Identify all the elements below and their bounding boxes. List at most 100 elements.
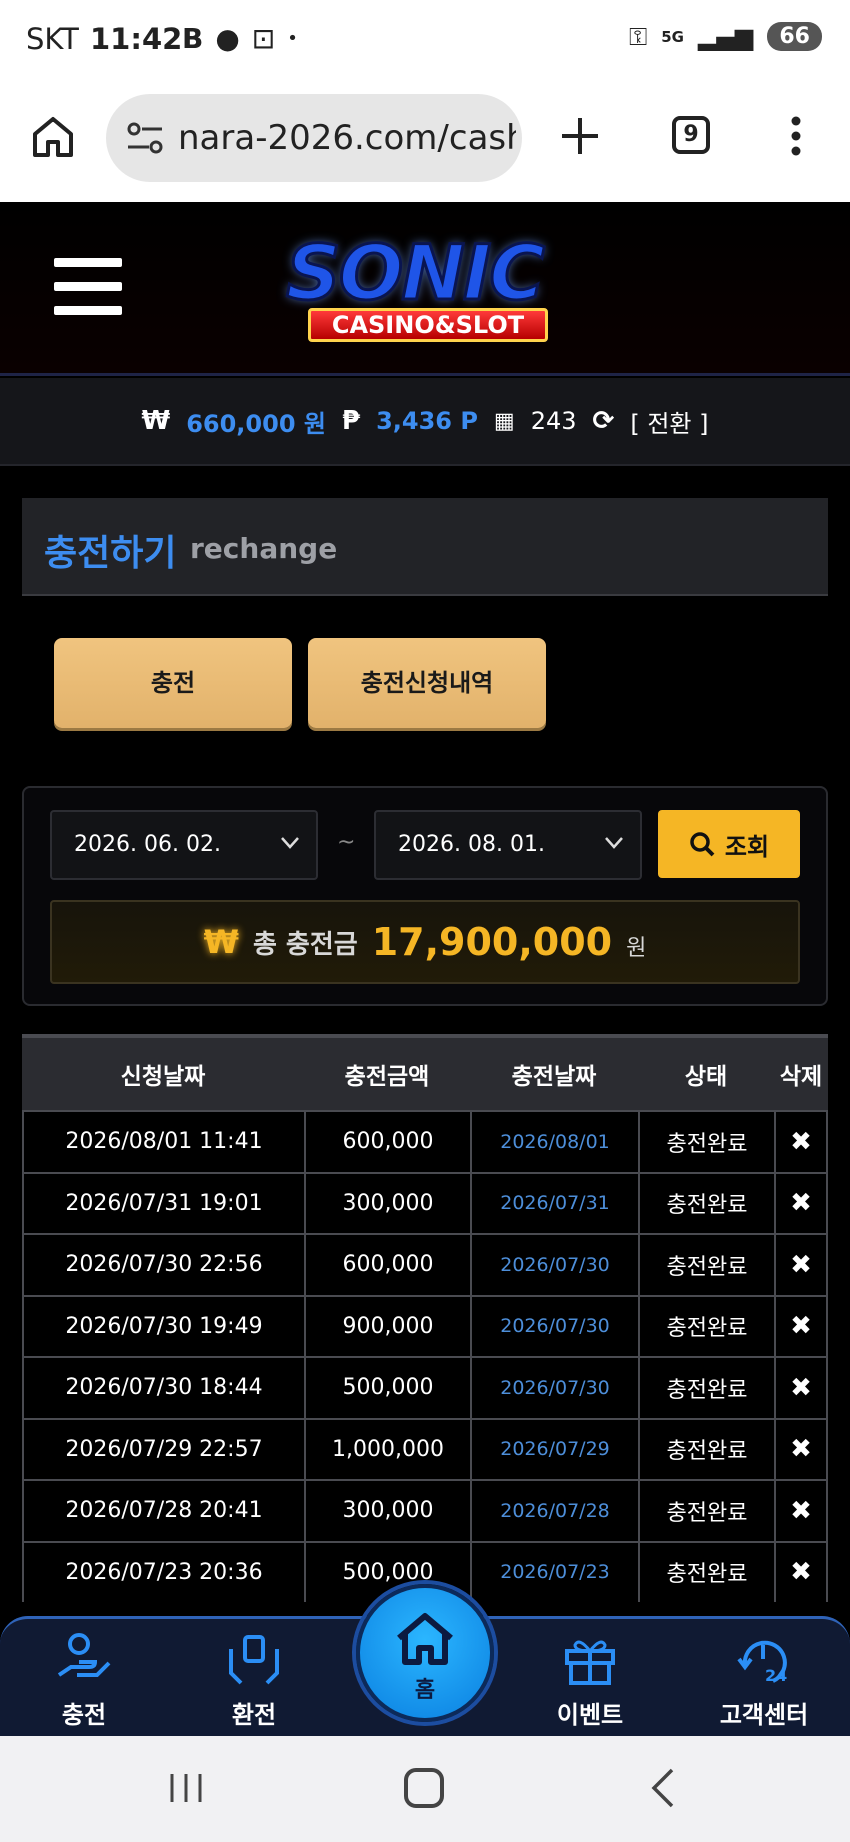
balance-bar: ₩ 660,000 원 ₱ 3,436 P ▦ 243 ⟳ [ 전환 ] — [0, 378, 850, 466]
cell-charged: 2026/07/30 — [470, 1235, 638, 1295]
cell-charged: 2026/08/01 — [470, 1112, 638, 1172]
nav-support[interactable]: 24 고객센터 — [704, 1631, 824, 1730]
table-row: 2026/07/30 22:56 600,000 2026/07/30 충전완료… — [22, 1233, 828, 1295]
section-subtitle: rechange — [190, 532, 338, 565]
battery-indicator: 66 — [767, 22, 822, 51]
delete-icon[interactable]: ✖ — [774, 1419, 828, 1479]
tab-charge-button[interactable]: 충전 — [54, 638, 292, 728]
more-dot-icon: • — [287, 28, 298, 49]
total-charge-summary: ₩ 총 충전금 17,900,000 원 — [50, 900, 800, 984]
back-icon[interactable] — [648, 1768, 678, 1808]
charge-history-table: 신청날짜 충전금액 충전날짜 상태 삭제 2026/08/01 11:41 60… — [22, 1034, 828, 1602]
clock: 11:42 — [90, 22, 183, 56]
point-balance: 3,436 P — [376, 407, 478, 435]
ticket-count: 243 — [530, 407, 577, 435]
logo-title: SONIC — [284, 227, 546, 319]
cell-status: 충전완료 — [638, 1296, 774, 1356]
recent-apps-icon[interactable] — [168, 1770, 204, 1806]
header-charged: 충전날짜 — [511, 1064, 597, 1090]
home-icon — [397, 1613, 453, 1665]
date-from-select[interactable]: 2026. 06. 02. — [50, 810, 318, 880]
search-panel: 2026. 06. 02. ~ 2026. 08. 01. 조회 ₩ 총 충전금… — [22, 786, 828, 1006]
site-settings-icon[interactable] — [126, 120, 166, 156]
refresh-icon[interactable]: ⟳ — [593, 406, 615, 436]
exchange-hands-icon — [229, 1635, 279, 1685]
cell-amount: 300,000 — [304, 1173, 470, 1233]
cell-charged: 2026/07/23 — [470, 1542, 638, 1602]
cell-requested: 2026/07/30 18:44 — [22, 1358, 304, 1418]
section-header: 충전하기 rechange — [22, 498, 828, 596]
nav-exchange-label: 환전 — [231, 1701, 277, 1729]
delete-icon[interactable]: ✖ — [774, 1112, 828, 1172]
nav-exchange[interactable]: 환전 — [194, 1631, 314, 1730]
tab-history-button[interactable]: 충전신청내역 — [308, 638, 546, 728]
cell-charged: 2026/07/31 — [470, 1173, 638, 1233]
delete-icon[interactable]: ✖ — [774, 1542, 828, 1602]
nav-event[interactable]: 이벤트 — [530, 1631, 650, 1730]
table-row: 2026/07/30 19:49 900,000 2026/07/30 충전완료… — [22, 1294, 828, 1356]
ticket-icon: ▦ — [493, 408, 515, 434]
cell-status: 충전완료 — [638, 1419, 774, 1479]
address-bar[interactable]: nara-2026.com/cash — [106, 94, 522, 182]
b-app-icon: B — [182, 22, 204, 55]
cell-requested: 2026/07/28 20:41 — [22, 1481, 304, 1541]
nav-charge[interactable]: 충전 — [24, 1631, 144, 1730]
cell-requested: 2026/07/30 22:56 — [22, 1235, 304, 1295]
table-row: 2026/08/01 11:41 600,000 2026/08/01 충전완료… — [22, 1110, 828, 1172]
cell-amount: 300,000 — [304, 1481, 470, 1541]
cell-amount: 900,000 — [304, 1296, 470, 1356]
cell-requested: 2026/07/30 19:49 — [22, 1296, 304, 1356]
cell-charged: 2026/07/30 — [470, 1358, 638, 1418]
carrier-label: SKT — [26, 22, 79, 56]
won-icon: ₩ — [203, 923, 239, 961]
new-tab-icon[interactable] — [560, 116, 600, 156]
system-icons: ⚿ 5G ▂▄▆ 66 — [629, 22, 822, 51]
convert-button[interactable]: [ 전환 ] — [630, 404, 708, 439]
cell-status: 충전완료 — [638, 1235, 774, 1295]
site-header: SONIC CASINO&SLOT — [0, 202, 850, 376]
search-icon — [690, 832, 715, 857]
cell-requested: 2026/07/31 19:01 — [22, 1173, 304, 1233]
support-24h-icon: 24 — [737, 1640, 787, 1685]
site-logo[interactable]: SONIC CASINO&SLOT — [268, 227, 598, 350]
status-bar: SKT 11:42 B ● ⊡ • ⚿ 5G ▂▄▆ 66 — [0, 0, 850, 80]
cell-charged: 2026/07/29 — [470, 1419, 638, 1479]
url-text[interactable]: nara-2026.com/cash — [178, 118, 516, 158]
header-amount: 충전금액 — [344, 1064, 430, 1090]
delete-icon[interactable]: ✖ — [774, 1358, 828, 1418]
cell-charged: 2026/07/30 — [470, 1296, 638, 1356]
logo-subtitle: CASINO&SLOT — [308, 308, 548, 342]
tab-switcher-button[interactable]: 9 — [672, 116, 710, 154]
cell-requested: 2026/07/23 20:36 — [22, 1542, 304, 1602]
nav-event-label: 이벤트 — [556, 1701, 624, 1729]
system-home-icon[interactable] — [404, 1768, 444, 1808]
screenshot-icon: ⊡ — [251, 22, 276, 55]
date-from-value: 2026. 06. 02. — [74, 832, 221, 857]
cell-status: 충전완료 — [638, 1358, 774, 1418]
home-icon[interactable] — [30, 113, 76, 159]
total-label: 총 충전금 — [252, 929, 358, 960]
notification-icons: B ● ⊡ • — [182, 22, 298, 55]
svg-text:24: 24 — [765, 1666, 787, 1685]
hamburger-menu-icon[interactable] — [54, 258, 122, 318]
cell-requested: 2026/07/29 22:57 — [22, 1419, 304, 1479]
screen: SKT 11:42 B ● ⊡ • ⚿ 5G ▂▄▆ 66 nara-2026. — [0, 0, 850, 1842]
header-requested: 신청날짜 — [120, 1064, 206, 1090]
delete-icon[interactable]: ✖ — [774, 1296, 828, 1356]
network-label: 5G — [661, 27, 684, 46]
cell-status: 충전완료 — [638, 1542, 774, 1602]
date-to-select[interactable]: 2026. 08. 01. — [374, 810, 642, 880]
search-button[interactable]: 조회 — [658, 810, 800, 878]
cell-status: 충전완료 — [638, 1112, 774, 1172]
date-separator: ~ — [337, 830, 356, 855]
nav-home[interactable]: 홈 — [356, 1584, 494, 1722]
total-amount: 17,900,000 — [371, 920, 613, 964]
cell-amount: 600,000 — [304, 1112, 470, 1172]
delete-icon[interactable]: ✖ — [774, 1235, 828, 1295]
table-header: 신청날짜 충전금액 충전날짜 상태 삭제 — [22, 1034, 828, 1110]
delete-icon[interactable]: ✖ — [774, 1173, 828, 1233]
more-menu-icon[interactable] — [790, 116, 802, 156]
key-icon: ⚿ — [628, 22, 648, 51]
section-title: 충전하기 — [44, 533, 177, 574]
delete-icon[interactable]: ✖ — [774, 1481, 828, 1541]
